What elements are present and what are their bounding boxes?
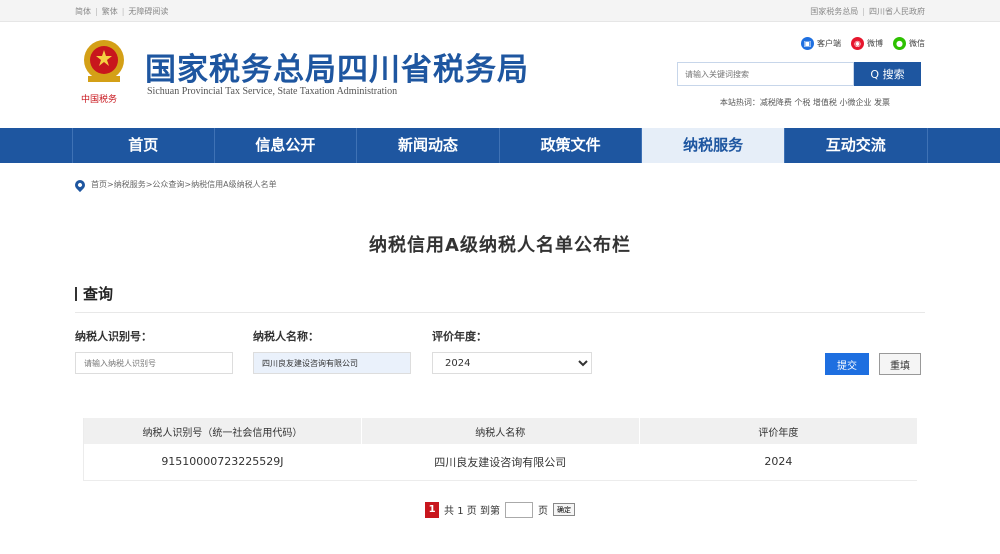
query-section: 查询 纳税人识别号： 纳税人名称： 评价年度： 2024 提交 重填 纳税人识别… xyxy=(75,283,925,518)
client-label: 客户端 xyxy=(817,39,841,48)
wechat-label: 微信 xyxy=(909,39,925,48)
site-title: 国家税务总局四川省税务局 xyxy=(145,52,529,88)
nav-news[interactable]: 新闻动态 xyxy=(357,128,500,163)
site-header: 中国税务 国家税务总局四川省税务局 Sichuan Provincial Tax… xyxy=(75,22,925,128)
column-header: 评价年度 xyxy=(638,418,917,444)
year-field-group: 评价年度： 2024 xyxy=(432,328,592,374)
name-field-group: 纳税人名称： xyxy=(253,328,411,374)
search-input[interactable] xyxy=(677,62,854,86)
current-page[interactable]: 1 xyxy=(425,501,440,518)
weibo-icon: ◉ xyxy=(851,37,864,50)
query-heading-text: 查询 xyxy=(83,285,114,303)
site-subtitle: Sichuan Provincial Tax Service, State Ta… xyxy=(147,86,398,97)
accessibility-link[interactable]: 无障碍阅读 xyxy=(128,7,168,16)
client-link[interactable]: ▣ 客户端 xyxy=(801,37,841,50)
taxpayer-id-input[interactable] xyxy=(75,352,233,374)
phone-icon: ▣ xyxy=(801,37,814,50)
column-header: 纳税人识别号（统一社会信用代码） xyxy=(83,418,362,444)
separator: | xyxy=(862,6,865,16)
search-button[interactable]: Q 搜索 xyxy=(854,62,921,86)
heading-bar xyxy=(75,286,77,301)
reset-button[interactable]: 重填 xyxy=(879,353,921,375)
breadcrumb: 首页>纳税服务>公众查询>纳税信用A级纳税人名单 xyxy=(72,163,925,193)
top-utility-bar: 简体 | 繁体 | 无障碍阅读 国家税务总局 | 四川省人民政府 xyxy=(0,0,1000,22)
social-links: ▣ 客户端 ◉ 微博 ● 微信 xyxy=(801,37,925,50)
pagination: 1 共 1 页 到第 页 确定 xyxy=(75,501,925,518)
wechat-icon: ● xyxy=(893,37,906,50)
wechat-link[interactable]: ● 微信 xyxy=(893,37,925,50)
nav-info-disclosure[interactable]: 信息公开 xyxy=(215,128,358,163)
main-nav: 首页 信息公开 新闻动态 政策文件 纳税服务 互动交流 xyxy=(0,128,1000,163)
location-pin-icon xyxy=(72,177,88,192)
page-jump-input[interactable] xyxy=(504,501,533,518)
nav-interaction[interactable]: 互动交流 xyxy=(785,128,928,163)
separator: | xyxy=(95,6,98,16)
page-total-text: 共 1 页 到第 xyxy=(444,506,500,517)
name-label: 纳税人名称： xyxy=(253,330,319,343)
nav-home[interactable]: 首页 xyxy=(72,128,215,163)
table-row: 91510000723225529J 四川良友建设咨询有限公司 2024 xyxy=(83,444,917,481)
page-suffix: 页 xyxy=(537,506,548,517)
nav-tax-service[interactable]: 纳税服务 xyxy=(642,128,785,163)
page-title: 纳税信用A级纳税人名单公布栏 xyxy=(369,235,631,256)
traditional-link[interactable]: 繁体 xyxy=(102,7,118,16)
weibo-label: 微博 xyxy=(867,39,883,48)
year-label: 评价年度： xyxy=(432,330,487,343)
sichuan-gov-link[interactable]: 四川省人民政府 xyxy=(869,7,925,16)
separator: | xyxy=(121,6,125,16)
cell-taxpayer-name: 四川良友建设咨询有限公司 xyxy=(360,444,640,481)
nav-policy[interactable]: 政策文件 xyxy=(500,128,643,163)
breadcrumb-text[interactable]: 首页>纳税服务>公众查询>纳税信用A级纳税人名单 xyxy=(91,179,277,190)
svg-text:中国税务: 中国税务 xyxy=(81,93,117,105)
hot-words: 本站热词：减税降费 个税 增值税 小微企业 发票 xyxy=(719,98,890,107)
site-search: Q 搜索 xyxy=(677,62,921,86)
query-heading: 查询 xyxy=(75,283,925,313)
year-select[interactable]: 2024 xyxy=(432,352,592,374)
id-field-group: 纳税人识别号： xyxy=(75,328,233,374)
taxpayer-name-input[interactable] xyxy=(253,352,411,374)
cell-taxpayer-id: 91510000723225529J xyxy=(83,444,362,481)
id-label: 纳税人识别号： xyxy=(75,330,152,343)
submit-button[interactable]: 提交 xyxy=(825,353,869,375)
query-form: 纳税人识别号： 纳税人名称： 评价年度： 2024 提交 重填 xyxy=(75,328,925,380)
cell-year: 2024 xyxy=(638,444,917,481)
results-table: 纳税人识别号（统一社会信用代码） 纳税人名称 评价年度 915100007232… xyxy=(83,418,917,481)
simplified-link[interactable]: 简体 xyxy=(75,7,91,16)
weibo-link[interactable]: ◉ 微博 xyxy=(851,37,883,50)
national-emblem-icon: 中国税务 xyxy=(81,40,124,105)
state-tax-link[interactable]: 国家税务总局 xyxy=(810,7,858,16)
page-confirm-button[interactable]: 确定 xyxy=(552,503,575,516)
column-header: 纳税人名称 xyxy=(360,418,640,444)
